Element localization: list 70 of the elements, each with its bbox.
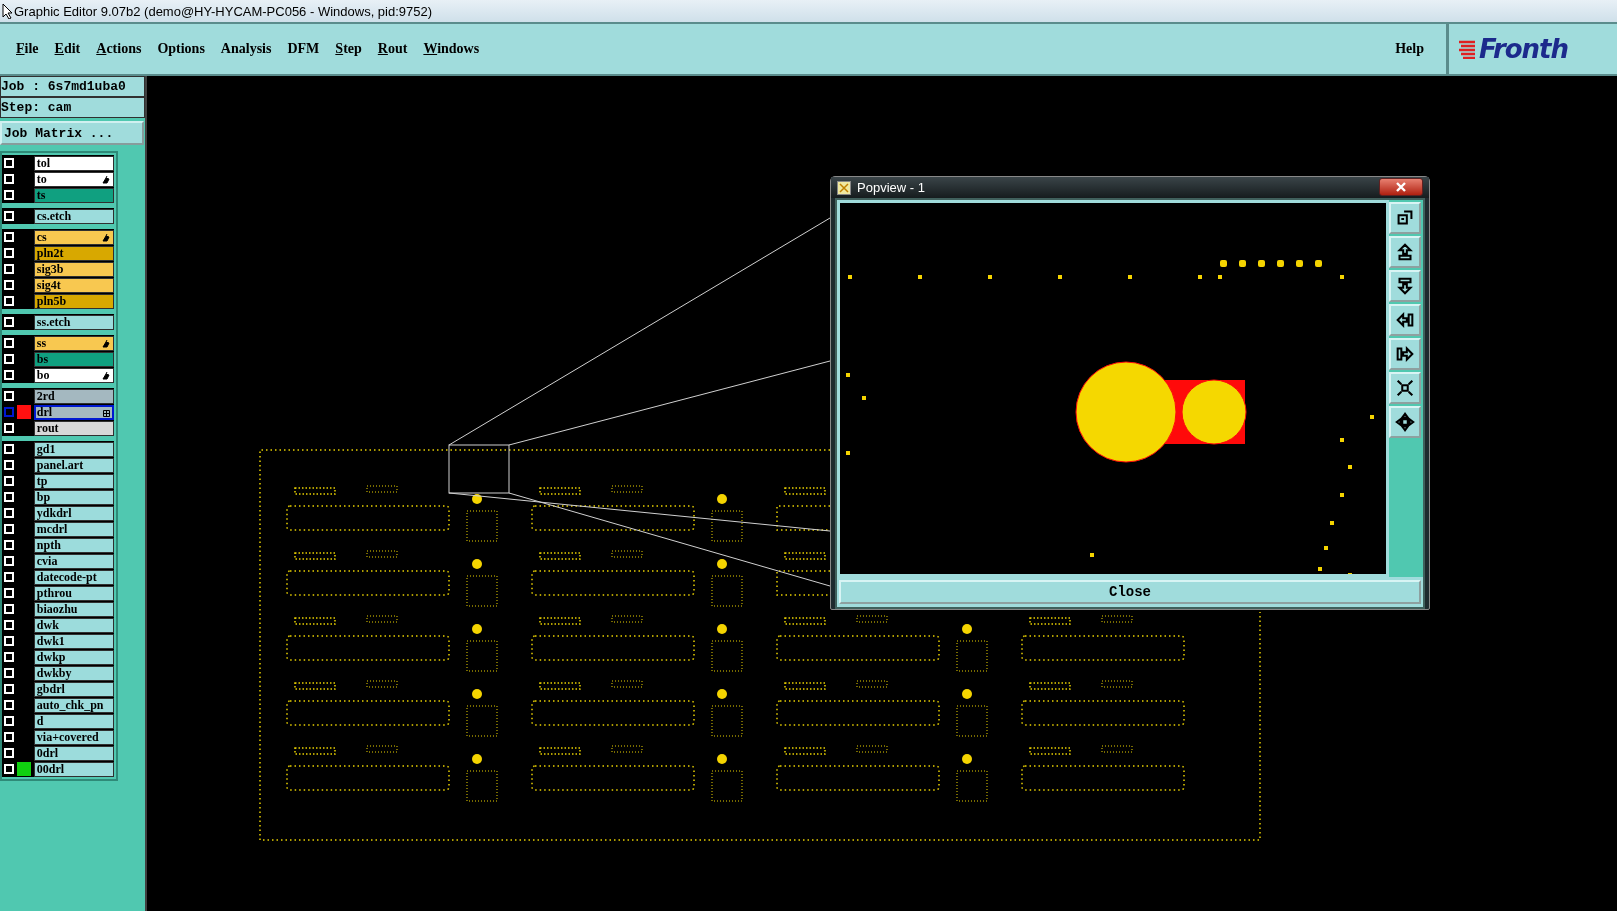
toolbar-button[interactable] xyxy=(1389,372,1421,404)
close-button[interactable] xyxy=(1379,178,1423,196)
layer-name[interactable]: ydkdrl xyxy=(33,505,114,521)
layer-name[interactable]: dwkp xyxy=(33,649,114,665)
job-name: Job : 6s7md1uba0 xyxy=(0,76,145,97)
step-name: Step: cam xyxy=(0,97,145,118)
zoom-area-frame xyxy=(448,444,510,494)
layer-name[interactable]: rout xyxy=(33,420,114,436)
layer-name[interactable]: dwk xyxy=(33,617,114,633)
layer-name[interactable]: biaozhu xyxy=(33,601,114,617)
layer-name[interactable]: tp xyxy=(33,473,114,489)
layer-name[interactable]: pln5b xyxy=(33,293,114,309)
layer-name[interactable]: dwk1 xyxy=(33,633,114,649)
layer-name[interactable]: ts xyxy=(33,187,114,203)
layer-name[interactable]: bp xyxy=(33,489,114,505)
layer-name[interactable]: via+covered xyxy=(33,729,114,745)
menu-item[interactable]: Rout xyxy=(369,41,416,57)
speed-lines-icon xyxy=(1457,39,1477,59)
logo: Fronth xyxy=(1479,34,1569,64)
layer-name[interactable]: bs xyxy=(33,351,114,367)
menu-item[interactable]: Options xyxy=(149,41,213,57)
layer-name[interactable]: cvia xyxy=(33,553,114,569)
close-icon xyxy=(1396,182,1406,192)
toolbar-button[interactable] xyxy=(1389,406,1421,438)
layer-name[interactable]: to xyxy=(33,171,114,187)
layer-name[interactable]: sig4t xyxy=(33,277,114,293)
toolbar-button[interactable] xyxy=(1389,202,1421,234)
menu-item[interactable]: DFM xyxy=(279,41,328,57)
menu-item[interactable]: Help xyxy=(1387,41,1438,57)
toolbar-button[interactable] xyxy=(1389,236,1421,268)
layer-name[interactable]: 2rd xyxy=(33,388,114,404)
pan-icon xyxy=(1394,411,1416,433)
layer-name[interactable]: gbdrl xyxy=(33,681,114,697)
layer-checkbox[interactable] xyxy=(4,407,14,417)
layer-name[interactable]: 0drl xyxy=(33,745,114,761)
layer-name[interactable]: bo xyxy=(33,367,114,383)
cursor-icon xyxy=(2,3,12,19)
menu-item[interactable]: Analysis xyxy=(212,41,280,57)
layer-name[interactable]: dwkby xyxy=(33,665,114,681)
layer-name[interactable]: cs xyxy=(33,229,114,245)
layer-name[interactable]: gd1 xyxy=(33,441,114,457)
popup-title: Popview - 1 xyxy=(857,180,925,195)
job-matrix-button[interactable]: Job Matrix ... xyxy=(0,121,144,145)
layer-name[interactable]: mcdrl xyxy=(33,521,114,537)
menu-item[interactable]: Edit xyxy=(46,41,89,57)
app-icon xyxy=(837,180,851,195)
layer-name[interactable]: sig3b xyxy=(33,261,114,277)
layer-name[interactable]: pln2t xyxy=(33,245,114,261)
layer-name[interactable]: 00drl xyxy=(33,761,114,777)
menu-item[interactable]: File xyxy=(8,41,47,57)
layer-name[interactable]: ss.etch xyxy=(33,314,114,330)
layer-name[interactable]: ss xyxy=(33,335,114,351)
layer-name[interactable]: drl xyxy=(33,404,114,420)
close-button[interactable]: Close xyxy=(839,580,1421,604)
layer-name[interactable]: npth xyxy=(33,537,114,553)
menu-item[interactable]: Step xyxy=(327,41,370,57)
layer-name[interactable]: panel.art xyxy=(33,457,114,473)
menu-item[interactable]: Windows xyxy=(415,41,488,57)
layer-name[interactable]: auto_chk_pn xyxy=(33,697,114,713)
layer-name[interactable]: pthrou xyxy=(33,585,114,601)
layer-name[interactable]: tol xyxy=(33,155,114,171)
layer-name[interactable]: cs.etch xyxy=(33,208,114,224)
toolbar-button[interactable] xyxy=(1389,338,1421,370)
layer-name[interactable]: d xyxy=(33,713,114,729)
toolbar-button[interactable] xyxy=(1389,270,1421,302)
toolbar-button[interactable] xyxy=(1389,304,1421,336)
menu-item[interactable]: Actions xyxy=(88,41,150,57)
window-title: Graphic Editor 9.07b2 (demo@HY-HYCAM-PC056 - Windows, pid:9752) xyxy=(14,3,433,19)
layer-name[interactable]: datecode-pt xyxy=(33,569,114,585)
zoom-fit-icon xyxy=(1394,377,1416,399)
